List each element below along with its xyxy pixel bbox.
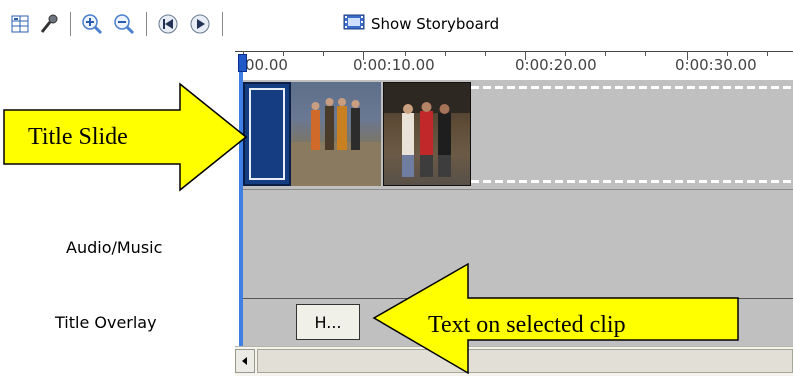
ruler-tick: [445, 51, 446, 56]
photo-clip-image: [291, 98, 381, 186]
clip-selection-frame: [249, 88, 285, 180]
play-icon[interactable]: [188, 12, 212, 36]
show-storyboard-button[interactable]: Show Storyboard: [343, 12, 499, 36]
photo-clip-thumbnail[interactable]: [383, 82, 471, 186]
storyboard-filmstrip-icon: [343, 13, 365, 35]
photo-clip-thumbnail[interactable]: [291, 82, 381, 186]
show-storyboard-label: Show Storyboard: [371, 15, 500, 33]
title-overlay-clip-label: H...: [314, 312, 342, 332]
ruler-tick: [767, 51, 768, 56]
toolbar-separator: [222, 12, 223, 36]
playhead-handle[interactable]: [238, 54, 247, 72]
ruler-tick: [645, 51, 646, 56]
ruler-label: 0:00:10.00: [353, 56, 435, 74]
ruler-label: 00.00: [245, 56, 288, 74]
title-overlay-clip[interactable]: H...: [296, 304, 360, 340]
audio-music-track-label: Audio/Music: [66, 238, 163, 257]
empty-clip-slot-bottom: [471, 180, 793, 183]
title-slide-clip[interactable]: [243, 82, 291, 186]
toolbar-separator: [146, 12, 147, 36]
ruler-tick: [485, 51, 486, 56]
timeline-toolbar: Show Storyboard: [0, 0, 793, 48]
scroll-left-button[interactable]: [235, 349, 255, 373]
rewind-icon[interactable]: [156, 12, 180, 36]
title-overlay-track-label: Title Overlay: [55, 313, 157, 332]
title-slide-callout-text: Title Slide: [28, 124, 128, 150]
text-on-selected-clip-callout-text: Text on selected clip: [428, 312, 626, 338]
timeline-layout-icon[interactable]: [8, 12, 32, 36]
ruler-tick: [323, 51, 324, 56]
ruler-label: 0:00:30.00: [675, 56, 757, 74]
time-ruler[interactable]: 00.00 0:00:10.00 0:00:20.00 0:00:30.00: [235, 48, 793, 78]
narrate-microphone-icon[interactable]: [38, 12, 62, 36]
zoom-in-icon[interactable]: [80, 12, 104, 36]
scroll-left-arrow-icon: [242, 357, 247, 365]
photo-clip-image: [384, 83, 470, 177]
zoom-out-icon[interactable]: [112, 12, 136, 36]
ruler-tick: [605, 51, 606, 56]
ruler-baseline: [235, 51, 793, 52]
ruler-label: 0:00:20.00: [515, 56, 597, 74]
empty-clip-slot-top: [471, 86, 793, 89]
toolbar-separator: [70, 12, 71, 36]
